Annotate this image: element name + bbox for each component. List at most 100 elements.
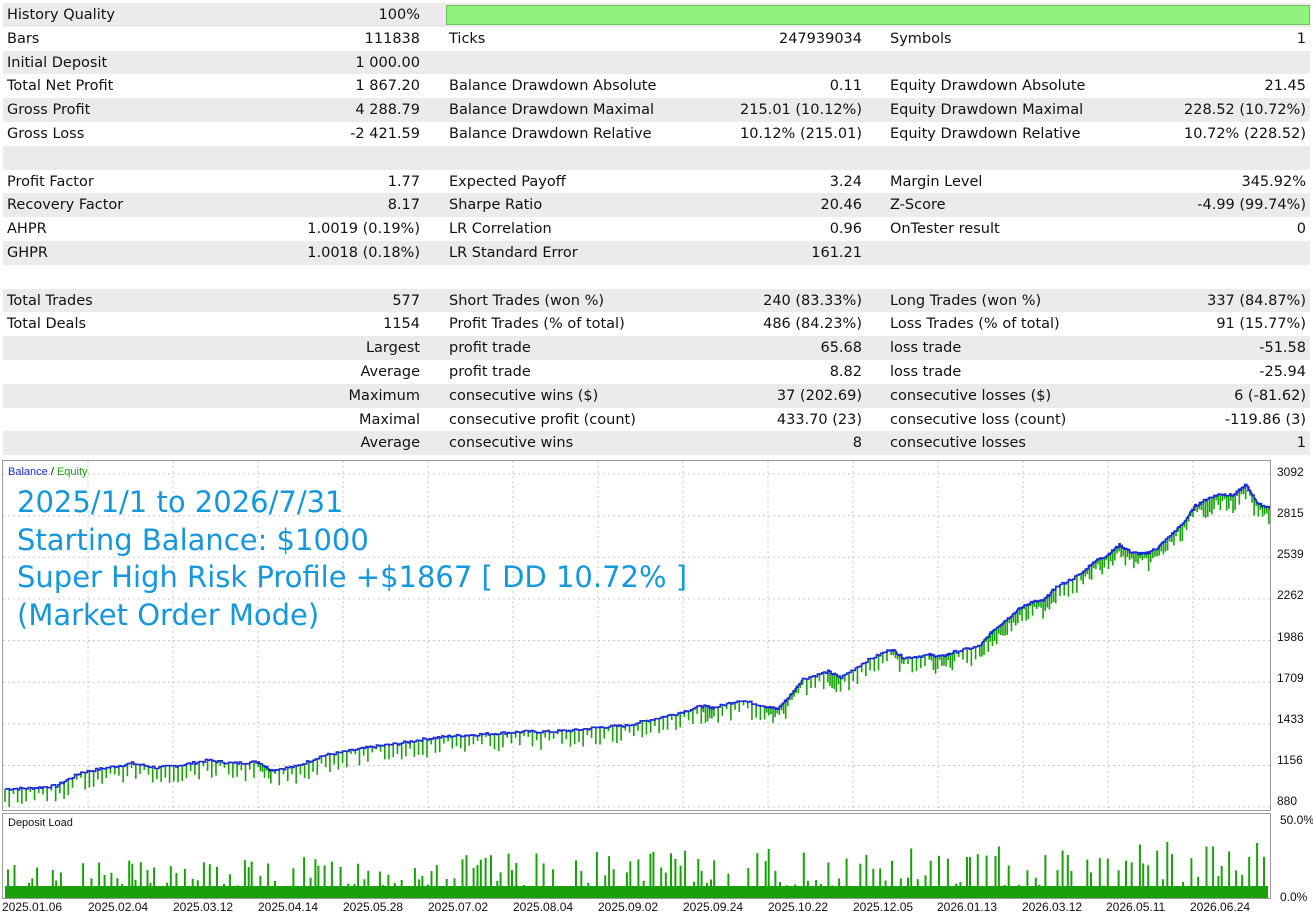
x-tick-label: 2025.08.04: [513, 900, 574, 914]
stat-label: profit trade: [449, 364, 531, 380]
stats-row: Largest profit trade 65.68 loss trade -51.58: [3, 336, 1310, 360]
stat-value: 10.12% (215.01): [740, 126, 862, 142]
stat-value: 1.0018 (0.18%): [307, 245, 420, 261]
stat-value: 37 (202.69): [776, 387, 862, 404]
x-tick-label: 2025.05.28: [343, 900, 404, 914]
stat-value: 6 (-81.62): [1234, 387, 1306, 404]
stat-value: 0.11: [829, 78, 862, 95]
x-tick-label: 2025.09.24: [683, 900, 744, 914]
stats-row: Total Trades 577 Short Trades (won %) 240 (…: [3, 288, 1310, 313]
stat-value: 247939034: [778, 30, 862, 47]
stat-value: 8.82: [829, 364, 862, 380]
stats-row: [3, 145, 1310, 170]
history-quality-bar: [446, 5, 1310, 25]
stats-row: Average consecutive wins 8 consecutive loss…: [3, 431, 1310, 456]
x-tick-label: 2026.03.12: [1022, 900, 1083, 914]
stat-value: 1154: [383, 316, 420, 333]
y-tick-label: 1986: [1277, 630, 1304, 644]
stat-value: 111838: [364, 30, 420, 47]
annotation-line-1: 2025/1/1 to 2026/7/31: [17, 485, 344, 519]
y-tick-label: 2262: [1277, 588, 1304, 602]
stats-row: GHPR 1.0018 (0.18%) LR Standard Error 161.2…: [3, 241, 1310, 265]
legend-equity: Equity: [56, 466, 88, 478]
stat-value: -4.99 (99.74%): [1197, 197, 1306, 214]
stat-label: Ticks: [449, 30, 486, 47]
x-tick-label: 2025.01.06: [2, 900, 63, 914]
stats-row: Recovery Factor 8.17 Sharpe Ratio 20.46 Z-Sc…: [3, 193, 1310, 218]
annotation-line-2: Starting Balance: $1000: [17, 522, 369, 557]
stat-value: 337 (84.87%): [1207, 292, 1306, 309]
deposit-load-max-label: 50.0%: [1280, 813, 1313, 827]
stat-value: 3.24: [829, 173, 862, 190]
stats-row: AHPR 1.0019 (0.19%) LR Correlation 0.96 OnTe…: [3, 217, 1310, 241]
stat-label: Balance Drawdown Relative: [449, 126, 652, 142]
x-tick-label: 2026.01.13: [937, 900, 998, 914]
y-tick-label: 2815: [1277, 506, 1304, 520]
stat-label: consecutive wins: [449, 435, 574, 452]
annotation-line-3: Super High Risk Profile +$1867 [ DD 10.7…: [17, 560, 688, 595]
stat-label: consecutive profit (count): [449, 411, 636, 428]
stat-label: Total Trades: [7, 292, 93, 309]
stats-row: Total Deals 1154 Profit Trades (% of total…: [3, 312, 1310, 336]
stats-row: Gross Profit 4 288.79 Balance Drawdown Max…: [3, 98, 1310, 122]
stat-label: Recovery Factor: [7, 197, 124, 214]
stat-label: consecutive loss (count): [890, 411, 1067, 428]
stat-value: 4 288.79: [355, 102, 420, 119]
stat-label: Bars: [7, 30, 40, 47]
stat-label: Gross Profit: [7, 102, 91, 119]
stat-value: -51.58: [1259, 340, 1306, 357]
stat-label: Balance Drawdown Absolute: [449, 78, 657, 95]
stat-value: Average: [360, 435, 420, 452]
stats-row: Total Net Profit 1 867.20 Balance Drawdown…: [3, 74, 1310, 98]
x-tick-label: 2025.12.05: [853, 900, 914, 914]
stat-value: 100%: [378, 7, 420, 23]
x-tick-label: 2025.03.12: [173, 900, 234, 914]
stat-value: 20.46: [820, 197, 862, 214]
stat-label: AHPR: [7, 221, 47, 238]
stats-row: [3, 265, 1310, 289]
x-tick-label: 2026.05.11: [1106, 900, 1166, 914]
stat-label: consecutive losses ($): [890, 387, 1052, 404]
stats-row: Average profit trade 8.82 loss trade -25.94: [3, 360, 1310, 384]
stat-value: 345.92%: [1241, 173, 1306, 190]
x-tick-label: 2025.07.02: [428, 900, 489, 914]
stat-value: -2 421.59: [350, 126, 420, 142]
stat-label: loss trade: [890, 340, 962, 357]
stat-value: 240 (83.33%): [763, 292, 862, 309]
date-axis: 2025.01.06 2025.02.04 2025.03.12 2025.04.14…: [0, 899, 1313, 917]
stat-label: Equity Drawdown Maximal: [890, 102, 1084, 119]
stat-label: LR Standard Error: [449, 245, 578, 261]
stat-value: 577: [392, 292, 420, 309]
stat-label: Total Net Profit: [7, 78, 114, 95]
y-tick-label: 3092: [1277, 465, 1304, 479]
stat-label: profit trade: [449, 340, 531, 357]
stats-table: History Quality 100% Bars 111838 Ticks 247939…: [0, 0, 1313, 458]
y-tick-label: 2539: [1277, 547, 1304, 561]
x-tick-label: 2025.02.04: [88, 900, 149, 914]
stat-value: 0: [1296, 221, 1306, 238]
x-tick-label: 2025.09.02: [598, 900, 659, 914]
stat-label: Long Trades (won %): [890, 292, 1042, 309]
stat-label: Loss Trades (% of total): [890, 316, 1060, 333]
stats-row: Profit Factor 1.77 Expected Payoff 3.24 Marg…: [3, 170, 1310, 194]
stats-row: Bars 111838 Ticks 247939034 Symbols 1: [3, 27, 1310, 51]
stat-value: -25.94: [1259, 364, 1306, 380]
annotation-line-4: (Market Order Mode): [17, 597, 320, 632]
stat-value: 1.77: [387, 173, 420, 190]
stat-value: 1 000.00: [355, 54, 420, 71]
stat-label: Balance Drawdown Maximal: [449, 102, 655, 119]
stat-label: Symbols: [890, 30, 952, 47]
deposit-load-plot: Deposit Load: [2, 813, 1271, 899]
stat-value: 1 867.20: [355, 78, 420, 95]
stat-value: 10.72% (228.52): [1184, 126, 1306, 142]
stat-label: Initial Deposit: [7, 54, 108, 71]
stat-label: Short Trades (won %): [449, 292, 605, 309]
chart-legend: Balance / Equity: [8, 466, 88, 478]
stat-label: Margin Level: [890, 173, 983, 190]
stat-value: 486 (84.23%): [763, 316, 862, 333]
stats-row: Gross Loss -2 421.59 Balance Drawdown Rela…: [3, 122, 1310, 146]
stats-row: Maximal consecutive profit (count) 433.70 …: [3, 408, 1310, 432]
stat-label: loss trade: [890, 364, 962, 380]
stat-label: Equity Drawdown Relative: [890, 126, 1081, 142]
stat-label: OnTester result: [890, 221, 1000, 238]
